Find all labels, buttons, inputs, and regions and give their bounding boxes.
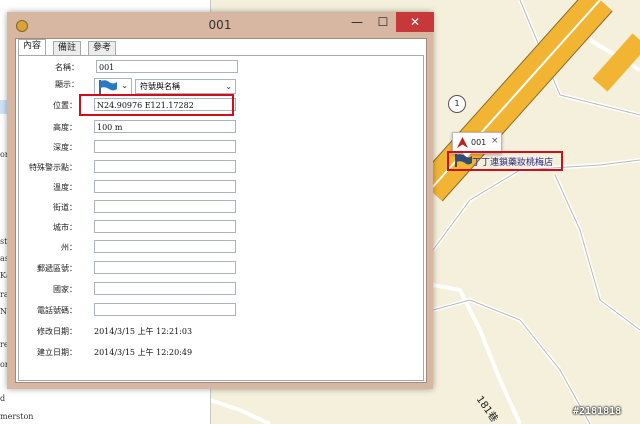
city-field[interactable] [94,220,236,233]
created-date-label: 建立日期： [37,348,77,357]
sidebar-fragment[interactable]: merston [0,412,33,421]
sidebar-fragment[interactable]: d [0,394,5,403]
proximity-label: 特殊警示點： [29,163,77,172]
close-button[interactable]: ✕ [396,12,434,32]
waypoint-arrow-icon [457,137,468,148]
city-label: 城市： [53,223,77,232]
tab-references[interactable]: 參考 [88,41,117,55]
blue-flag-icon [99,80,117,94]
modified-date-label: 修改日期： [37,327,77,336]
country-label: 國家： [53,285,77,294]
temperature-field[interactable] [94,180,236,193]
display-select-value: 符號與名稱 [140,82,180,91]
watermark: #2181818 [573,406,622,417]
chevron-down-icon: ⌄ [225,82,232,91]
position-label: 位置： [53,101,77,110]
country-field[interactable] [94,282,236,295]
depth-field[interactable] [94,140,236,153]
highlight-box-position [79,94,234,116]
proximity-field[interactable] [94,160,236,173]
postal-code-field[interactable] [94,261,236,274]
depth-label: 深度： [53,143,77,152]
highlight-box-store [447,151,563,171]
popup-close-button[interactable]: × [491,136,499,146]
tab-notes[interactable]: 備註 [53,41,82,55]
altitude-label: 高度： [53,123,77,132]
chevron-down-icon: ⌄ [121,81,128,90]
state-label: 州： [61,243,77,252]
state-field[interactable] [94,240,236,253]
tab-content[interactable]: 內容 [18,39,47,56]
phone-label: 電話號碼： [37,306,77,315]
minimize-button[interactable]: — [344,12,370,32]
route-number-badge: 1 [448,95,466,113]
created-date-value: 2014/3/15 上午 12:20:49 [94,348,193,357]
street-field[interactable] [94,200,236,213]
modified-date-value: 2014/3/15 上午 12:21:03 [94,327,193,336]
display-select[interactable]: 符號與名稱 ⌄ [135,79,236,94]
symbol-picker[interactable]: ⌄ [94,78,132,95]
altitude-field[interactable]: 100 m [94,120,236,133]
temperature-label: 溫度： [53,183,77,192]
title-bar[interactable]: 001 — ☐ ✕ [7,12,434,38]
waypoint-popup-name: 001 [471,138,487,147]
postal-code-label: 郵遞區號： [37,264,77,273]
phone-field[interactable] [94,303,236,316]
street-label: 街道： [53,203,77,212]
maximize-button[interactable]: ☐ [370,12,396,32]
